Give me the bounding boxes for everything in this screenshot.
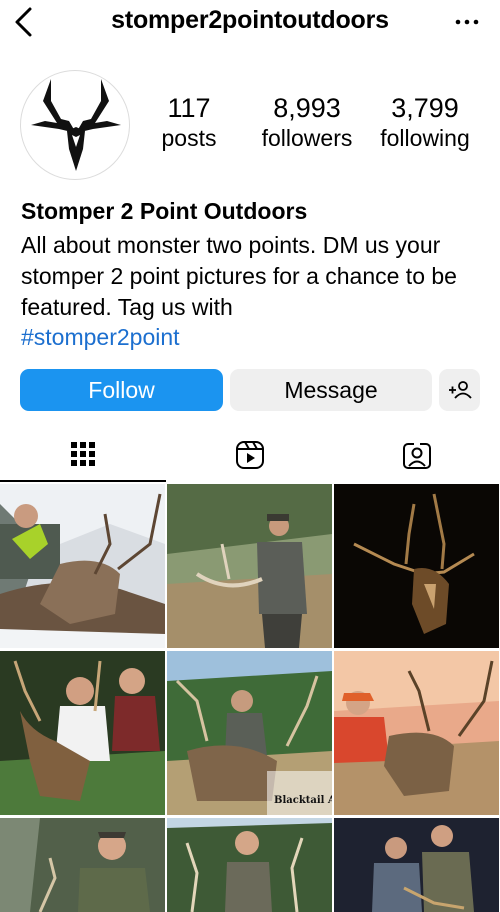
message-button[interactable]: Message bbox=[230, 369, 432, 411]
tab-posts-grid[interactable] bbox=[0, 428, 166, 482]
post-image bbox=[334, 818, 499, 912]
reels-icon bbox=[236, 441, 264, 469]
post-thumbnail[interactable] bbox=[0, 818, 165, 912]
post-thumbnail[interactable]: Blacktail Add bbox=[167, 651, 332, 815]
more-options-button[interactable] bbox=[452, 10, 482, 34]
post-thumbnail[interactable] bbox=[334, 651, 499, 815]
profile-avatar[interactable] bbox=[20, 70, 130, 180]
post-image bbox=[167, 484, 332, 648]
profile-username: stomper2pointoutdoors bbox=[111, 6, 389, 34]
post-image bbox=[0, 484, 165, 648]
post-thumbnail[interactable] bbox=[334, 484, 499, 648]
stat-label: posts bbox=[161, 125, 217, 151]
profile-tabs bbox=[0, 428, 500, 482]
stat-label: followers bbox=[261, 125, 353, 151]
top-bar: stomper2pointoutdoors bbox=[0, 0, 500, 48]
posts-grid: Blacktail Add bbox=[0, 484, 500, 912]
deer-logo-icon bbox=[31, 79, 121, 171]
post-thumbnail[interactable] bbox=[334, 818, 499, 912]
post-image: Blacktail Add bbox=[167, 651, 332, 815]
grid-icon bbox=[71, 442, 95, 466]
post-watermark-text: Blacktail Add bbox=[274, 795, 332, 806]
bio-hashtag-link[interactable]: #stomper2point bbox=[21, 322, 180, 353]
post-thumbnail[interactable] bbox=[0, 651, 165, 815]
followers-count[interactable]: 8,993 followers bbox=[252, 92, 362, 152]
stat-label: following bbox=[380, 125, 470, 151]
profile-bio: All about monster two points. DM us your… bbox=[21, 232, 457, 320]
following-count[interactable]: 3,799 following bbox=[370, 92, 480, 152]
post-image bbox=[0, 651, 165, 815]
post-image bbox=[167, 818, 332, 912]
add-person-icon bbox=[448, 381, 472, 399]
stat-value: 3,799 bbox=[391, 93, 459, 123]
post-image bbox=[0, 818, 165, 912]
ellipsis-icon bbox=[455, 19, 479, 25]
post-image bbox=[334, 651, 499, 815]
profile-display-name: Stomper 2 Point Outdoors bbox=[21, 198, 308, 224]
tab-reels[interactable] bbox=[167, 428, 333, 482]
post-image bbox=[334, 484, 499, 648]
tab-tagged[interactable] bbox=[334, 428, 500, 482]
post-thumbnail[interactable] bbox=[167, 818, 332, 912]
tagged-person-icon bbox=[403, 442, 431, 469]
posts-count[interactable]: 117 posts bbox=[134, 92, 244, 152]
post-thumbnail[interactable] bbox=[0, 484, 165, 648]
stat-value: 8,993 bbox=[273, 93, 341, 123]
stat-value: 117 bbox=[167, 93, 211, 123]
follow-button[interactable]: Follow bbox=[20, 369, 223, 411]
suggested-accounts-button[interactable] bbox=[439, 369, 480, 411]
post-thumbnail[interactable] bbox=[167, 484, 332, 648]
